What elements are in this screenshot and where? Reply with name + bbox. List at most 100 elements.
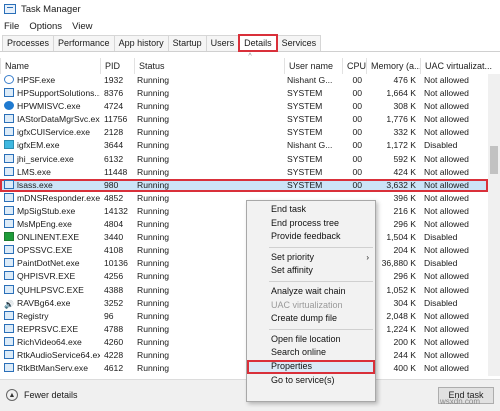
- table-row[interactable]: HPWMISVC.exe 4724 Running SYSTEM 00 308 K Not …: [0, 100, 488, 113]
- menu-item-open-file-location[interactable]: Open file location: [247, 333, 375, 347]
- tab-performance[interactable]: Performance: [53, 35, 115, 51]
- table-row[interactable]: RichVideo64.exe 4260 Running 200 K Not allow…: [0, 336, 488, 349]
- cell-pid: 4260: [104, 336, 124, 347]
- process-name-cell: QHPISVR.EXE: [4, 270, 100, 283]
- cell-uac: Not allowed: [424, 114, 469, 125]
- cell-pid: 10136: [104, 258, 128, 269]
- cell-pid: 4108: [104, 245, 124, 256]
- menu-item-search-online[interactable]: Search online: [247, 346, 375, 360]
- table-row-selected[interactable]: lsass.exe 980 Running SYSTEM 00 3,632 K Not al…: [0, 178, 488, 192]
- table-row[interactable]: PaintDotNet.exe 10136 Running 36,880 K Disab…: [0, 257, 488, 270]
- cell-pid: 2128: [104, 127, 124, 138]
- menu-item-end-task[interactable]: End task: [247, 203, 375, 217]
- tab-startup[interactable]: Startup: [167, 35, 207, 51]
- col-pid[interactable]: PID: [100, 58, 134, 74]
- table-row[interactable]: OPSSVC.EXE 4108 Running 204 K Not allowed: [0, 244, 488, 257]
- cell-status: Running: [137, 88, 170, 99]
- cell-user: SYSTEM: [287, 166, 323, 177]
- menu-item-label: End process tree: [271, 217, 340, 228]
- table-row[interactable]: IAStorDataMgrSvc.exe 11756 Running SYSTEM 00…: [0, 113, 488, 126]
- process-name-cell: HPSupportSolutions...: [4, 87, 100, 100]
- cell-pid: 4612: [104, 363, 124, 374]
- col-cpu[interactable]: CPU: [342, 58, 366, 74]
- cell-pid: 4388: [104, 284, 124, 295]
- table-row[interactable]: REPRSVC.EXE 4788 Running 1,224 K Not allowed: [0, 323, 488, 336]
- process-app-icon: [4, 271, 14, 281]
- cell-uac: Not allowed: [424, 153, 469, 164]
- table-row[interactable]: QHPISVR.EXE 4256 Running 296 K Not allowed: [0, 270, 488, 283]
- chevron-up-icon: ▲: [6, 389, 18, 401]
- table-row[interactable]: RAVBg64.exe3252Running304 KDisabled: [0, 297, 488, 310]
- cell-pid: 3644: [104, 140, 124, 151]
- cell-uac: Not allowed: [424, 284, 469, 295]
- cell-user: SYSTEM: [287, 114, 323, 125]
- menu-separator: [269, 280, 373, 282]
- window-title: Task Manager: [21, 3, 81, 15]
- cell-mem: 1,776 K: [386, 114, 416, 125]
- cell-status: Running: [137, 153, 170, 164]
- process-name: jhi_service.exe: [17, 153, 74, 164]
- process-app-icon: [4, 219, 14, 229]
- table-row[interactable]: HPSupportSolutions... 8376 Running SYSTEM 00…: [0, 87, 488, 100]
- table-row[interactable]: QUHLPSVC.EXE 4388 Running 1,052 K Not allowe…: [0, 284, 488, 297]
- table-row[interactable]: jhi_service.exe 6132 Running SYSTEM 00 592 K N…: [0, 153, 488, 166]
- cell-cpu: 00: [352, 88, 362, 99]
- cell-uac: Not allowed: [424, 219, 469, 230]
- vertical-scrollbar[interactable]: [488, 74, 500, 376]
- menu-item-go-to-service-s[interactable]: Go to service(s): [247, 374, 375, 388]
- table-row[interactable]: LMS.exe 11448 Running SYSTEM 00 424 K Not allo…: [0, 166, 488, 179]
- cell-uac: Not allowed: [424, 127, 469, 138]
- tab-services[interactable]: Services: [276, 35, 322, 51]
- menu-item-properties[interactable]: Properties: [247, 359, 375, 374]
- cell-mem: 592 K: [393, 153, 416, 164]
- table-row[interactable]: RtkAudioService64.exe 4228 Running 244 K Not…: [0, 349, 488, 362]
- process-list: HPSF.exe 1932 Running Nishant G... 00 476 K No…: [0, 74, 488, 376]
- col-uac-virtualization[interactable]: UAC virtualizat...: [420, 58, 500, 74]
- col-status[interactable]: Status: [134, 58, 284, 74]
- menu-item-end-process-tree[interactable]: End process tree: [247, 217, 375, 231]
- cell-uac: Not allowed: [424, 245, 469, 256]
- process-app-icon: [4, 205, 14, 215]
- table-row[interactable]: ONLINENT.EXE 3440 Running 1,504 K Disabled: [0, 231, 488, 244]
- table-row[interactable]: Registry 96 Running 2,048 K Not allowed: [0, 310, 488, 323]
- table-row[interactable]: igfxEM.exe 3644 Running Nishant G... 00 1,172…: [0, 139, 488, 152]
- menu-item-provide-feedback[interactable]: Provide feedback: [247, 230, 375, 244]
- col-name[interactable]: Name: [0, 58, 100, 74]
- menu-file[interactable]: File: [4, 21, 19, 32]
- cell-cpu: 00: [352, 127, 362, 138]
- menu-options[interactable]: Options: [29, 21, 62, 32]
- menu-item-analyze-wait-chain[interactable]: Analyze wait chain: [247, 285, 375, 299]
- process-name: QUHLPSVC.EXE: [17, 284, 84, 295]
- process-app-icon: [4, 336, 14, 346]
- tab-app-history[interactable]: App history: [113, 35, 169, 51]
- table-row[interactable]: igfxCUIService.exe 2128 Running SYSTEM 00 332…: [0, 126, 488, 139]
- cell-uac: Not allowed: [424, 205, 469, 216]
- process-name-cell: MsMpEng.exe: [4, 218, 100, 231]
- col-memory[interactable]: Memory (a...: [366, 58, 420, 74]
- menu-item-set-priority[interactable]: Set priority ›: [247, 251, 375, 265]
- process-name-cell: mDNSResponder.exe: [4, 192, 100, 205]
- menu-item-set-affinity[interactable]: Set affinity: [247, 264, 375, 278]
- tab-users[interactable]: Users: [205, 35, 240, 51]
- table-row[interactable]: mDNSResponder.exe 4852 Running 396 K Not all…: [0, 192, 488, 205]
- tab-details[interactable]: Details: [238, 34, 278, 52]
- table-row[interactable]: MpSigStub.exe 14132 Running 216 K Not allowe…: [0, 205, 488, 218]
- process-name-cell: OPSSVC.EXE: [4, 244, 100, 257]
- tab-processes[interactable]: Processes: [2, 35, 55, 51]
- process-name: igfxCUIService.exe: [17, 127, 91, 138]
- scrollbar-thumb[interactable]: [490, 146, 498, 174]
- menu-view[interactable]: View: [72, 21, 92, 32]
- table-row[interactable]: MsMpEng.exe 4804 Running 296 K Not allowed: [0, 218, 488, 231]
- cell-pid: 14132: [104, 205, 128, 216]
- menu-separator: [269, 246, 373, 248]
- table-row[interactable]: RtkBtManServ.exe 4612 Running 400 K Not allo…: [0, 362, 488, 375]
- cell-uac: Not allowed: [424, 323, 469, 334]
- process-name: RtkBtManServ.exe: [17, 363, 89, 374]
- menu-item-create-dump-file[interactable]: Create dump file: [247, 312, 375, 326]
- cell-mem: 332 K: [393, 127, 416, 138]
- table-row[interactable]: HPSF.exe 1932 Running Nishant G... 00 476 K No…: [0, 74, 488, 87]
- fewer-details-link[interactable]: ▲ Fewer details: [6, 389, 78, 401]
- process-name-cell: RtkAudioService64.exe: [4, 349, 100, 362]
- process-name: mDNSResponder.exe: [17, 192, 100, 203]
- col-user-name[interactable]: User name: [284, 58, 342, 74]
